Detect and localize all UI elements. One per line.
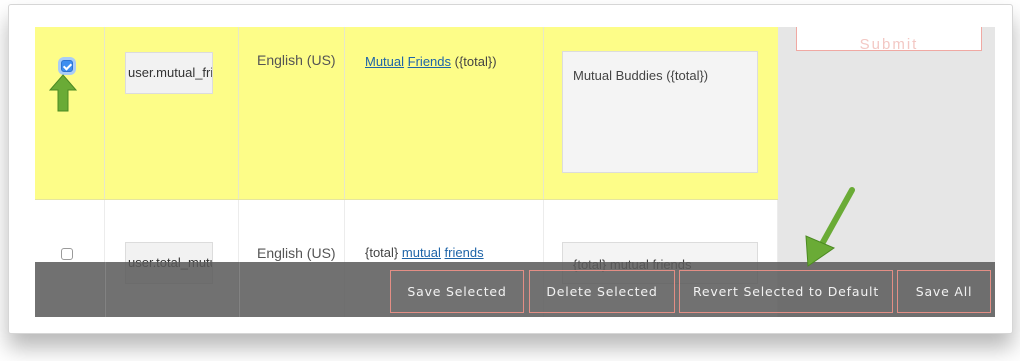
translation-field[interactable]: Mutual Buddies ({total}) [562,51,758,173]
bar-divider [239,262,240,317]
original-suffix: ({total}) [454,54,497,69]
language-cell: English (US) [239,27,345,199]
original-text: {total} mutual friends [365,245,484,260]
original-cell: Mutual Friends ({total}) [345,27,544,199]
translation-cell: Mutual Buddies ({total}) [544,27,778,199]
row-checkbox[interactable] [61,60,73,72]
language-label: English (US) [257,52,336,68]
save-selected-button[interactable]: Save Selected [390,270,524,313]
screenshot-card: Submit user.mutual_friends English (US) … [8,4,1013,334]
bar-divider [105,262,106,317]
table-row: user.mutual_friends English (US) Mutual … [35,27,778,199]
key-field[interactable]: user.mutual_friends [125,52,213,94]
translations-table: Submit user.mutual_friends English (US) … [35,27,995,317]
original-prefix: {total} [365,245,399,260]
language-label: English (US) [257,245,336,261]
revert-selected-button[interactable]: Revert Selected to Default [679,270,893,313]
original-text: Mutual Friends ({total}) [365,54,497,69]
delete-selected-button[interactable]: Delete Selected [529,270,675,313]
link-friends[interactable]: Friends [408,54,451,69]
down-arrow-icon [805,187,855,267]
row-checkbox[interactable] [61,248,73,260]
submit-button[interactable]: Submit [796,27,982,51]
link-friends[interactable]: friends [445,245,484,260]
key-cell: user.mutual_friends [105,27,239,199]
link-mutual[interactable]: Mutual [365,54,404,69]
link-mutual[interactable]: mutual [402,245,441,260]
save-all-button[interactable]: Save All [897,270,991,313]
up-arrow-icon [48,74,78,112]
